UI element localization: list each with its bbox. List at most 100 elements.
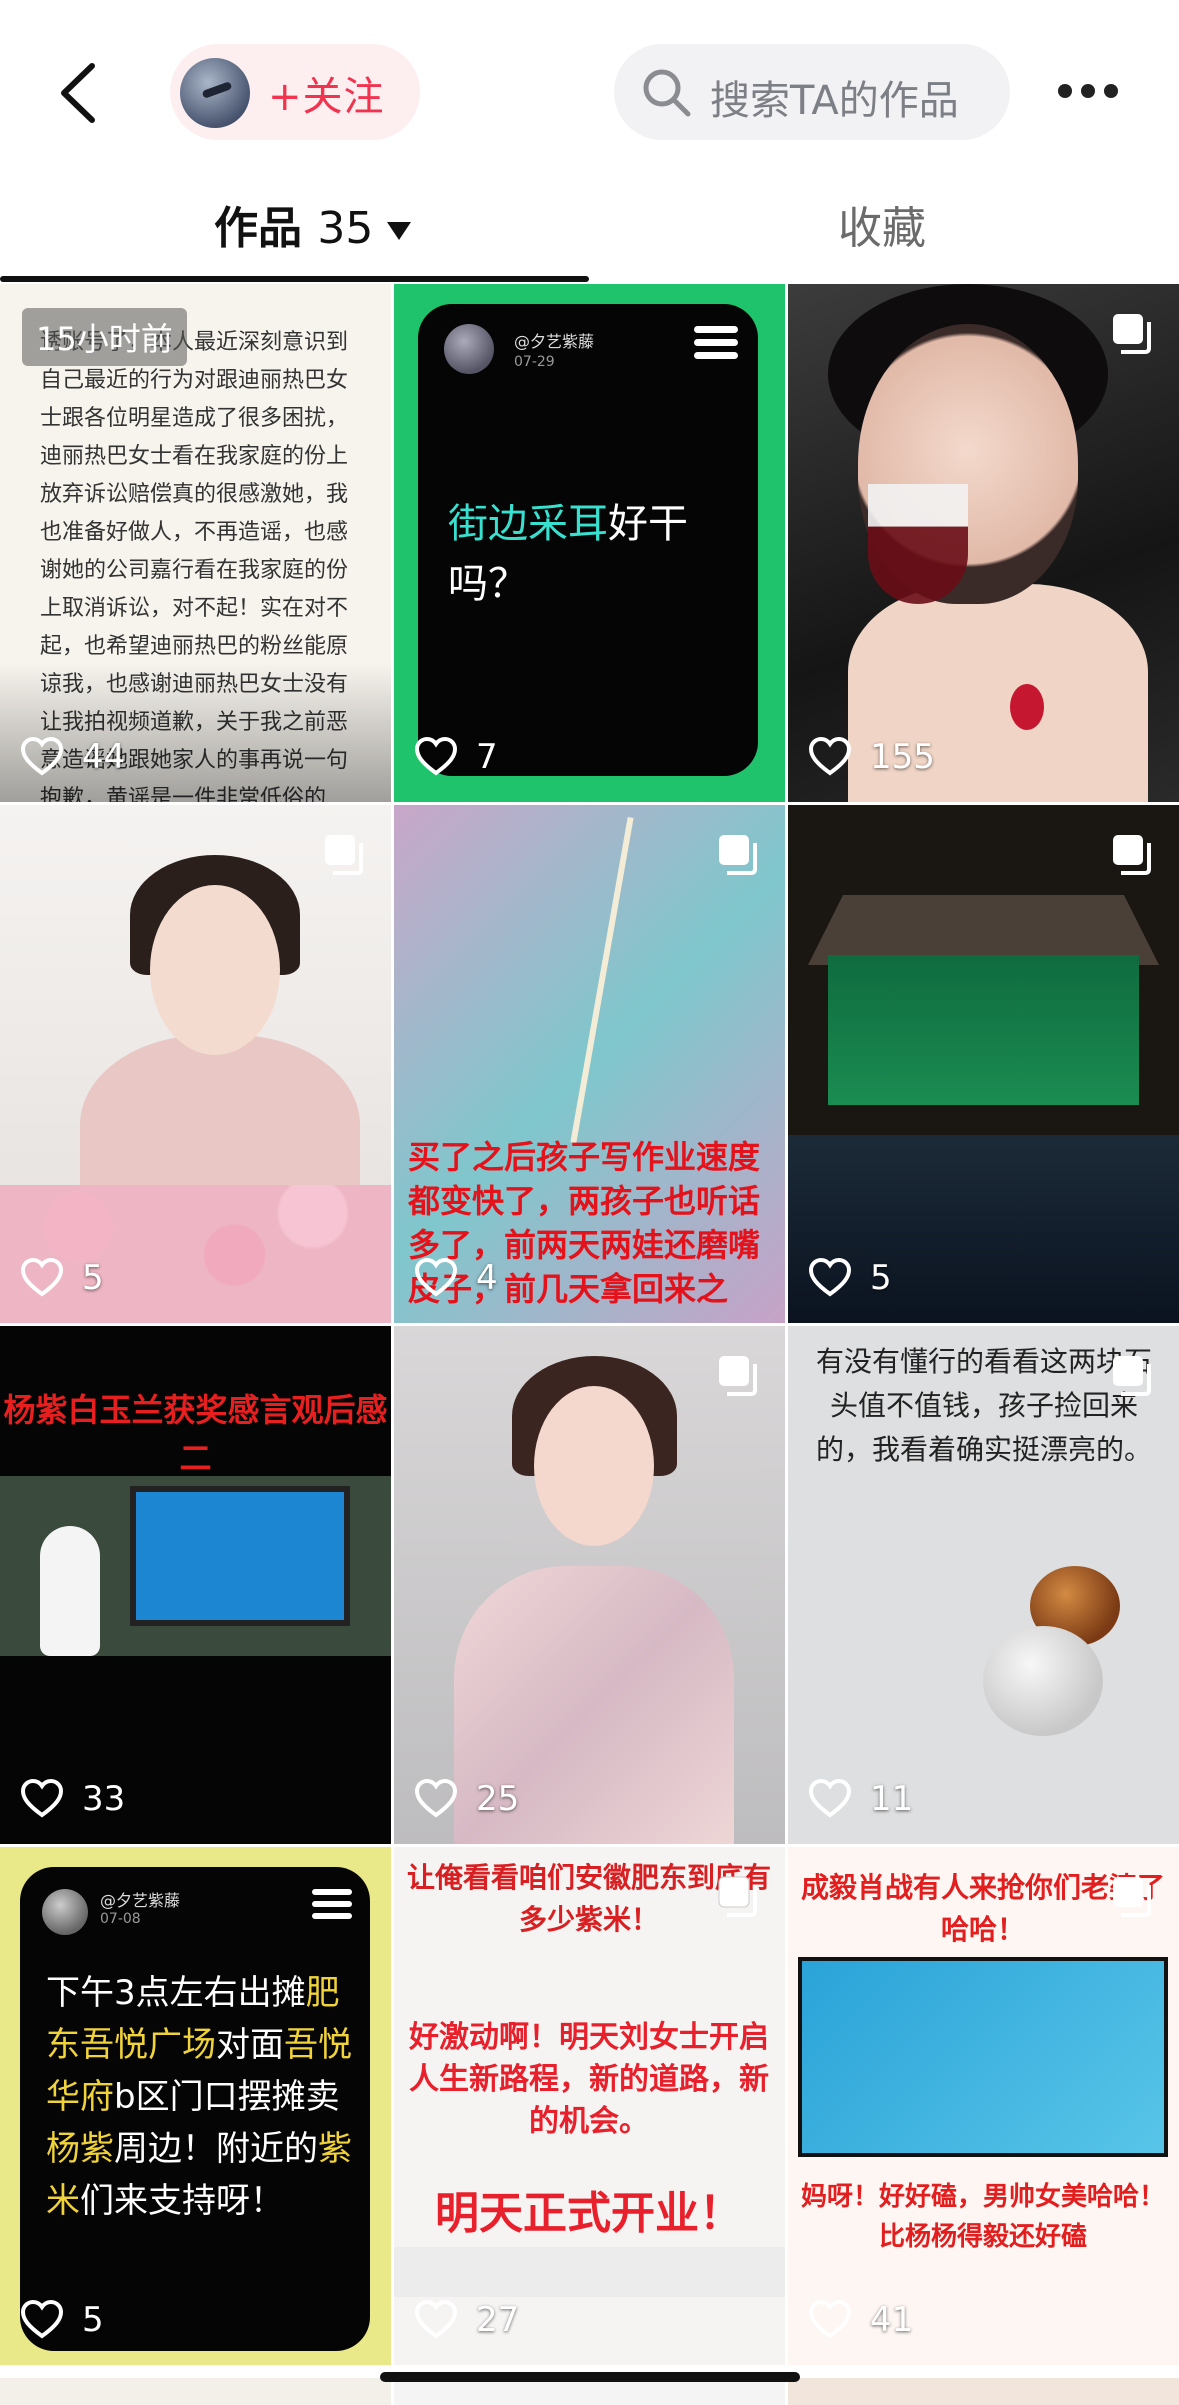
time-badge: 15小时前 — [22, 308, 187, 366]
heart-icon — [414, 1778, 458, 1818]
work-item[interactable]: 杨紫白玉兰获奖感言观后感二 33 — [0, 1326, 391, 1844]
work-item-partial[interactable] — [0, 2378, 391, 2405]
post-text-part: b区门口摆摊卖 — [114, 2077, 340, 2117]
tv-screen — [130, 1486, 350, 1626]
card-avatar — [444, 324, 494, 374]
like-stat: 44 — [20, 732, 125, 782]
necklace — [1010, 684, 1044, 730]
like-count: 27 — [476, 2300, 520, 2340]
tab-active-indicator — [0, 276, 589, 282]
post-text-part: 下午3点左右出摊 — [46, 1973, 306, 2013]
like-stat: 33 — [20, 1774, 125, 1824]
post-caption: 妈呀！好好磕，男帅女美哈哈！比杨杨得毅还好磕 — [800, 2182, 1165, 2252]
like-stat: 41 — [808, 2295, 913, 2345]
photo-subject — [150, 885, 280, 1055]
like-stat: 11 — [808, 1774, 913, 1824]
like-count: 5 — [870, 1258, 892, 1298]
multi-image-icon — [1113, 835, 1151, 875]
heart-icon — [20, 1778, 64, 1818]
tab-works[interactable]: 作品 35 — [214, 192, 412, 256]
more-options-button[interactable] — [1056, 76, 1120, 106]
work-item[interactable]: 成毅肖战有人来抢你们老婆了哈哈！ 妈呀！好好磕，男帅女美哈哈！比杨杨得毅还好磕 … — [788, 1847, 1179, 2365]
heart-icon — [20, 2299, 64, 2339]
post-text: 街边采耳好干吗？ — [448, 494, 738, 614]
work-item[interactable]: @夕艺紫藤 07-08 下午3点左右出摊肥东吾悦广场对面吾悦华府b区门口摆摊卖杨… — [0, 1847, 391, 2365]
work-item[interactable]: 5 — [0, 805, 391, 1323]
multi-image-icon — [719, 1356, 757, 1396]
work-item[interactable]: 5 — [788, 805, 1179, 1323]
work-item[interactable]: @夕艺紫藤 07-29 街边采耳好干吗？ 7 — [394, 284, 785, 802]
tv-screen — [798, 1957, 1168, 2157]
post-text-highlight: 街边采耳 — [448, 501, 608, 547]
photo-subject — [534, 1386, 654, 1546]
post-text: 下午3点左右出摊肥东吾悦广场对面吾悦华府b区门口摆摊卖杨紫周边！附近的紫米们来支… — [46, 1967, 356, 2227]
card-date: 07-08 — [100, 1911, 141, 1927]
caret-down-icon[interactable] — [387, 222, 412, 240]
work-item[interactable]: 155 — [788, 284, 1179, 802]
like-count: 44 — [82, 737, 126, 777]
post-caption: 有没有懂行的看看这两块石头值不值钱，孩子捡回来的，我看着确实挺漂亮的。 — [815, 1345, 1152, 1466]
stone — [983, 1626, 1103, 1736]
heart-icon — [808, 1778, 852, 1818]
heart-icon — [808, 2299, 852, 2339]
heart-icon — [414, 2299, 458, 2339]
tab-works-label: 作品 — [214, 203, 302, 254]
like-count: 4 — [476, 1258, 498, 1298]
chevron-left-icon — [61, 63, 95, 123]
like-count: 5 — [82, 1258, 104, 1298]
more-dot-icon — [1104, 84, 1118, 98]
menu-icon — [694, 326, 738, 362]
avatar[interactable] — [180, 58, 250, 128]
screenshot-strip — [394, 2247, 785, 2297]
card-avatar — [42, 1889, 88, 1935]
work-item[interactable]: 让俺看看咱们安徽肥东到底有多少紫米！ 好激动啊！明天刘女士开启人生新路程，新的道… — [394, 1847, 785, 2365]
like-count: 11 — [870, 1779, 914, 1819]
like-count: 7 — [476, 737, 498, 777]
more-dot-icon — [1058, 84, 1072, 98]
back-button[interactable] — [52, 58, 112, 128]
like-count: 155 — [870, 737, 935, 777]
follow-button[interactable]: +关注 — [170, 44, 420, 140]
multi-image-icon — [718, 1876, 757, 1917]
work-item[interactable]: 诱账号了，本人最近深刻意识到自己最近的行为对跟迪丽热巴女士跟各位明星造成了很多困… — [0, 284, 391, 802]
like-stat: 25 — [414, 1774, 519, 1824]
follow-label: +关注 — [268, 74, 385, 120]
like-stat: 5 — [20, 1253, 104, 1303]
heart-icon — [808, 1257, 852, 1297]
post-text-part: 对面 — [216, 2025, 284, 2065]
multi-image-icon — [1113, 314, 1151, 354]
post-card: @夕艺紫藤 07-29 街边采耳好干吗？ — [418, 304, 758, 776]
work-item[interactable]: 有没有懂行的看看这两块石头值不值钱，孩子捡回来的，我看着确实挺漂亮的。 11 — [788, 1326, 1179, 1844]
work-item[interactable]: 买了之后孩子写作业速度都变快了，两孩子也听话多了，前两天两娃还磨嘴皮子，前几天拿… — [394, 805, 785, 1323]
more-dot-icon — [1081, 84, 1095, 98]
work-item[interactable]: 25 — [394, 1326, 785, 1844]
heart-icon — [808, 736, 852, 776]
like-count: 5 — [82, 2300, 104, 2340]
card-date: 07-29 — [514, 354, 555, 370]
post-text-part: 周边！附近的 — [114, 2129, 318, 2169]
search-placeholder: 搜索TA的作品 — [710, 78, 959, 124]
post-card: @夕艺紫藤 07-08 下午3点左右出摊肥东吾悦广场对面吾悦华府b区门口摆摊卖杨… — [20, 1867, 370, 2351]
search-input[interactable]: 搜索TA的作品 — [614, 44, 1010, 140]
post-headline: 明天正式开业！ — [435, 2188, 743, 2239]
search-icon — [643, 69, 691, 117]
work-item-partial[interactable] — [788, 2378, 1179, 2405]
like-count: 25 — [476, 1779, 520, 1819]
work-item-partial[interactable] — [394, 2378, 785, 2405]
card-author: @夕艺紫藤 — [514, 332, 595, 351]
like-stat: 7 — [414, 732, 498, 782]
top-bar: +关注 搜索TA的作品 — [0, 0, 1179, 180]
post-caption: 好激动啊！明天刘女士开启人生新路程，新的道路，新的机会。 — [409, 2020, 769, 2139]
profile-tabs: 作品 35 收藏 — [0, 180, 1179, 282]
tab-favorites[interactable]: 收藏 — [838, 192, 926, 256]
multi-image-icon — [325, 835, 363, 875]
multi-image-icon — [719, 835, 757, 875]
post-text-part: 们来支持呀！ — [80, 2181, 284, 2221]
post-text-highlight: 杨紫 — [46, 2129, 114, 2169]
like-stat: 155 — [808, 732, 935, 782]
ear-pick — [570, 816, 634, 1144]
post-caption: 杨紫白玉兰获奖感言观后感二 — [3, 1391, 388, 1477]
multi-image-icon — [1113, 1356, 1151, 1396]
wine-glass — [868, 484, 968, 604]
multi-image-icon — [1113, 1877, 1151, 1917]
